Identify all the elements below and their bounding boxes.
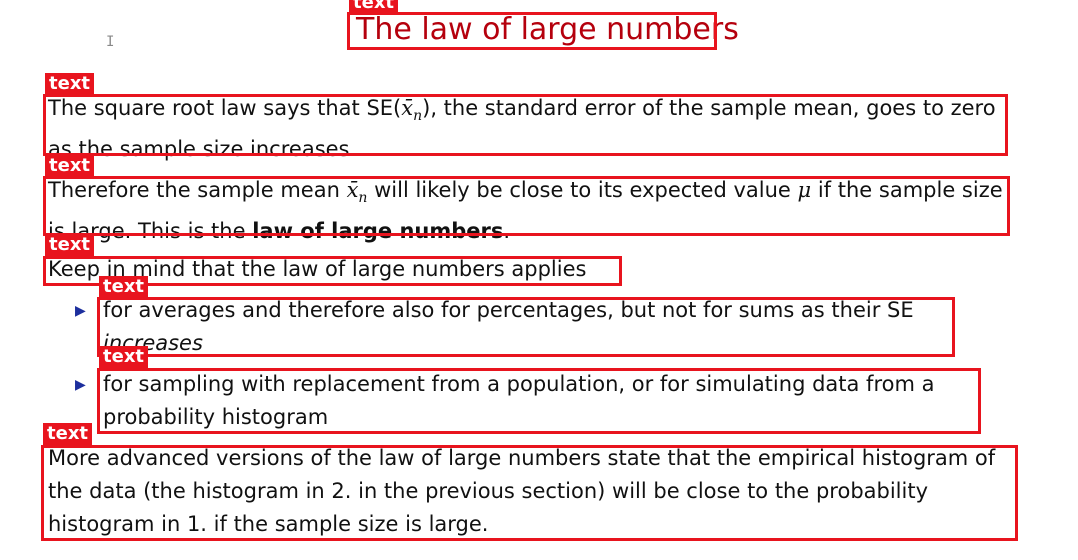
p4-annotation-tag: text bbox=[43, 423, 93, 445]
title-annotation-tag: text bbox=[349, 0, 399, 14]
p2-annotation-box bbox=[43, 176, 1010, 236]
triangle-right-icon: ▶ bbox=[75, 377, 86, 393]
p2-annotation-tag: text bbox=[45, 155, 95, 177]
text-cursor-icon: I bbox=[106, 34, 115, 50]
p4-annotation-box bbox=[41, 445, 1018, 541]
triangle-right-icon: ▶ bbox=[75, 303, 86, 319]
bullet1-annotation-box bbox=[97, 297, 955, 357]
title-annotation-box bbox=[347, 12, 717, 50]
p1-annotation-tag: text bbox=[45, 73, 95, 95]
bullet1-annotation-tag: text bbox=[99, 276, 149, 298]
bullet2-annotation-box bbox=[97, 368, 981, 434]
p1-annotation-box bbox=[43, 94, 1008, 156]
bullet2-annotation-tag: text bbox=[99, 346, 149, 368]
p3-annotation-tag: text bbox=[45, 234, 95, 256]
